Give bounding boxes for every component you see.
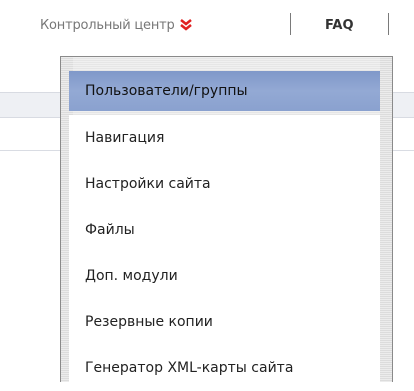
menu-item-extra-modules[interactable]: Доп. модули (69, 253, 384, 299)
dropdown-menu: Пользователи/группы Навигация Настройки … (69, 71, 384, 391)
menu-item-label: Навигация (85, 130, 165, 146)
menu-item-users-groups[interactable]: Пользователи/группы (69, 71, 384, 111)
nav-separator (388, 13, 389, 35)
menu-item-label: Настройки сайта (85, 176, 211, 192)
control-center-menu[interactable]: Контрольный центр (40, 12, 193, 38)
double-chevron-down-icon[interactable] (179, 18, 193, 32)
menu-item-backups[interactable]: Резервные копии (69, 299, 384, 345)
faq-link[interactable]: FAQ (325, 12, 354, 38)
menu-item-label: Резервные копии (85, 314, 213, 330)
nav-separator (290, 13, 291, 35)
menu-item-site-settings[interactable]: Настройки сайта (69, 161, 384, 207)
control-center-label[interactable]: Контрольный центр (40, 18, 175, 33)
control-center-dropdown: Пользователи/группы Навигация Настройки … (60, 56, 393, 391)
menu-item-label: Файлы (85, 222, 135, 238)
menu-item-label: Доп. модули (85, 268, 178, 284)
menu-item-files[interactable]: Файлы (69, 207, 384, 253)
menu-item-xml-sitemap-generator[interactable]: Генератор XML-карты сайта (69, 345, 384, 391)
menu-item-navigation[interactable]: Навигация (69, 115, 384, 161)
menu-item-label: Генератор XML-карты сайта (85, 360, 294, 376)
top-navigation: Контрольный центр FAQ (0, 0, 414, 52)
menu-item-label: Пользователи/группы (85, 83, 248, 99)
